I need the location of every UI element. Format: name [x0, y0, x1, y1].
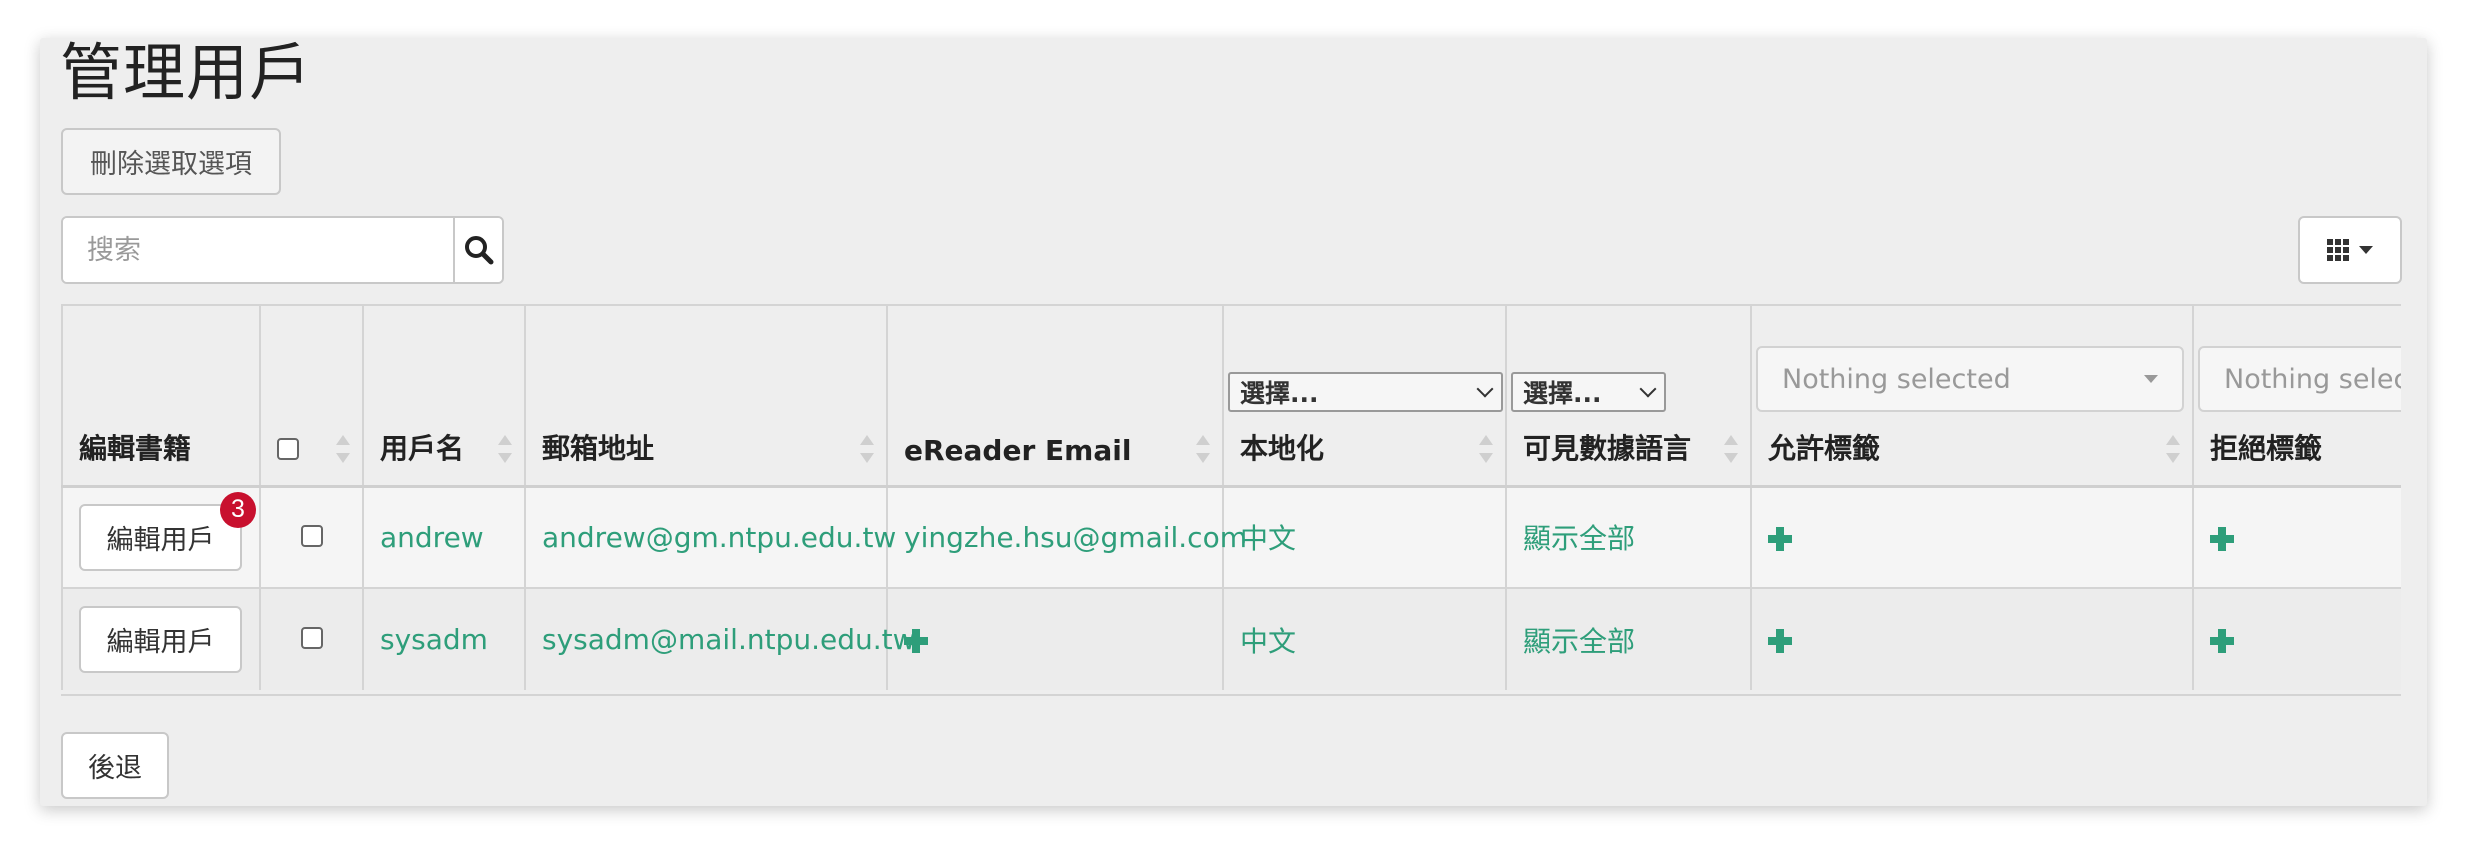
denied-tags-cell [2192, 588, 2401, 690]
back-button[interactable]: 後退 [61, 732, 169, 799]
edit-user-button[interactable]: 編輯用戶 [79, 606, 242, 673]
edit-cell: 編輯用戶 [61, 588, 260, 690]
caret-down-icon [2359, 246, 2373, 254]
select-cell [259, 486, 363, 588]
header-allowed-tags[interactable]: Nothing selected 允許標籤 [1750, 306, 2193, 488]
sort-icon[interactable] [1724, 434, 1738, 463]
row-checkbox[interactable] [300, 627, 323, 649]
visible-lang-cell[interactable]: 顯示全部 [1505, 486, 1751, 588]
plus-icon[interactable] [1768, 629, 1792, 653]
caret-down-icon [2144, 375, 2158, 383]
notification-badge: 3 [220, 491, 256, 528]
denied-tags-cell [2192, 486, 2401, 588]
plus-icon[interactable] [2210, 526, 2234, 551]
search-button[interactable] [453, 218, 502, 282]
plus-icon[interactable] [904, 629, 928, 653]
header-username[interactable]: 用戶名 [362, 306, 525, 488]
edit-user-button[interactable]: 編輯用戶 3 [79, 491, 256, 571]
column-toggle-button[interactable] [2298, 216, 2402, 284]
sort-icon[interactable] [336, 434, 350, 463]
plus-icon[interactable] [1768, 526, 1792, 551]
edit-cell: 編輯用戶 3 [61, 486, 260, 588]
chevron-down-icon [1639, 380, 1657, 398]
table-row: 編輯用戶 3 andrew andrew@gm.ntpu.edu.tw ying… [61, 486, 2401, 588]
sort-icon[interactable] [860, 434, 874, 463]
table-row: 編輯用戶 sysadm sysadm@mail.ntpu.edu.tw 中文 顯… [61, 588, 2401, 690]
select-cell [259, 588, 363, 690]
email-cell[interactable]: andrew@gm.ntpu.edu.tw [524, 486, 896, 588]
header-denied-tags[interactable]: Nothing selected 拒絕標籤 [2192, 306, 2401, 488]
header-ereader-email[interactable]: eReader Email [886, 306, 1223, 488]
visible-lang-cell[interactable]: 顯示全部 [1505, 588, 1751, 690]
locale-cell[interactable]: 中文 [1222, 486, 1506, 588]
allowed-tags-cell [1750, 588, 2193, 690]
email-cell[interactable]: sysadm@mail.ntpu.edu.tw [524, 588, 916, 690]
select-all-checkbox[interactable] [277, 437, 299, 460]
sort-icon[interactable] [2166, 434, 2180, 463]
allowed-tags-multiselect[interactable]: Nothing selected [1756, 346, 2184, 412]
sort-icon[interactable] [498, 434, 512, 463]
header-email[interactable]: 郵箱地址 [524, 306, 887, 488]
sort-icon[interactable] [1479, 434, 1493, 463]
denied-tags-multiselect[interactable]: Nothing selected [2198, 346, 2401, 412]
locale-cell[interactable]: 中文 [1222, 588, 1506, 690]
header-edit-books: 編輯書籍 [61, 306, 260, 488]
header-locale[interactable]: 選擇... 本地化 [1222, 306, 1506, 488]
header-visible-lang[interactable]: 選擇... 可見數據語言 [1505, 306, 1751, 488]
header-select-all [259, 306, 363, 488]
ereader-email-cell[interactable]: yingzhe.hsu@gmail.com [886, 486, 1247, 588]
users-table: 編輯書籍 用戶名 郵箱地址 eReader Email 選擇... 本地化 選擇… [61, 306, 2401, 690]
locale-filter-select[interactable]: 選擇... [1228, 372, 1503, 412]
grid-icon [2327, 239, 2349, 261]
username-cell[interactable]: andrew [362, 486, 525, 588]
chevron-down-icon [1476, 380, 1494, 398]
sort-icon[interactable] [1196, 434, 1210, 463]
plus-icon[interactable] [2210, 629, 2234, 653]
search-input[interactable] [63, 218, 453, 282]
row-checkbox[interactable] [300, 524, 323, 547]
table-header-row: 編輯書籍 用戶名 郵箱地址 eReader Email 選擇... 本地化 選擇… [61, 306, 2401, 488]
delete-selected-button[interactable]: 刪除選取選項 [61, 128, 281, 195]
users-table-wrapper: 編輯書籍 用戶名 郵箱地址 eReader Email 選擇... 本地化 選擇… [61, 304, 2401, 696]
search-box [61, 216, 504, 284]
visible-lang-filter-select[interactable]: 選擇... [1511, 372, 1666, 412]
allowed-tags-cell [1750, 486, 2193, 588]
page-title: 管理用戶 [60, 36, 313, 109]
username-cell[interactable]: sysadm [362, 588, 525, 690]
search-icon [464, 236, 493, 265]
ereader-email-cell [886, 588, 1223, 690]
